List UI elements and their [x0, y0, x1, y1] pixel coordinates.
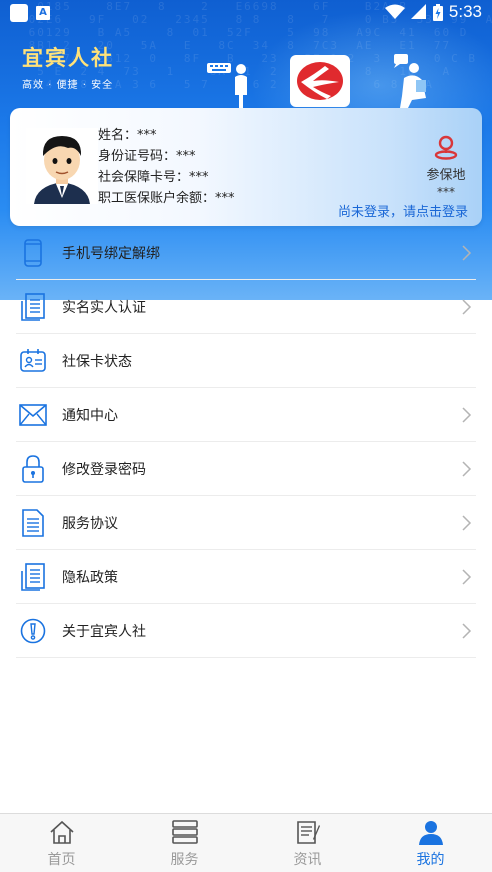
name-field: 姓名：*** [98, 128, 157, 143]
brand: 宜宾人社 高效 · 便捷 · 安全 [22, 42, 114, 91]
status-bar-right: 5:33 [384, 2, 482, 22]
menu-item-label: 通知中心 [62, 407, 118, 424]
menu-item-label: 服务协议 [62, 515, 118, 532]
nav-news[interactable]: 资讯 [246, 814, 369, 872]
login-link[interactable]: 尚未登录，请点击登录 [338, 201, 468, 220]
menu-item-label: 实名实人认证 [62, 299, 146, 316]
document-icon [18, 562, 48, 592]
menu-item-label: 修改登录密码 [62, 461, 146, 478]
phone-icon [18, 238, 48, 268]
chevron-right-icon [462, 245, 472, 261]
social-card-field: 社会保障卡号：*** [98, 170, 209, 185]
user-icon [418, 821, 443, 845]
nav-label: 资讯 [293, 852, 322, 868]
location-value: *** [437, 185, 455, 199]
location-label: 参保地 [426, 168, 466, 183]
menu-item-card-status[interactable]: 社保卡状态 [16, 334, 476, 388]
nav-label: 首页 [47, 852, 76, 868]
nav-profile[interactable]: 我的 [369, 814, 492, 872]
worker-illustration [207, 63, 247, 110]
document-icon [18, 292, 48, 322]
chevron-right-icon [462, 461, 472, 477]
status-bar: A 5:33 [0, 0, 492, 26]
app-title: 宜宾人社 [22, 46, 114, 70]
nav-services[interactable]: 服务 [123, 814, 246, 872]
menu-item-label: 关于宜宾人社 [62, 623, 146, 640]
menu-item-notification-center[interactable]: 通知中心 [16, 388, 476, 442]
home-icon [49, 820, 74, 844]
menu-item-service-agreement[interactable]: 服务协议 [16, 496, 476, 550]
notification-icon [10, 4, 28, 22]
settings-menu: 手机号绑定解绑 实名实人认证 社保卡状态 通知中心 修改登录密码 服务协议 隐私… [16, 226, 476, 658]
bottom-nav: 首页 服务 资讯 我的 [0, 813, 492, 872]
nav-home[interactable]: 首页 [0, 814, 123, 872]
wifi-icon [384, 4, 405, 19]
logo-icon [297, 62, 343, 100]
id-card-icon [18, 346, 48, 376]
menu-item-change-password[interactable]: 修改登录密码 [16, 442, 476, 496]
menu-item-about[interactable]: 关于宜宾人社 [16, 604, 476, 658]
chevron-right-icon [462, 299, 472, 315]
chevron-right-icon [462, 407, 472, 423]
menu-item-label: 手机号绑定解绑 [62, 245, 160, 262]
status-time: 5:33 [448, 2, 482, 21]
insured-location[interactable]: 参保地 *** [424, 134, 468, 199]
chevron-right-icon [462, 515, 472, 531]
envelope-icon [18, 400, 48, 430]
list-icon [171, 820, 198, 844]
avatar [26, 128, 98, 204]
nav-label: 我的 [416, 852, 445, 868]
app-logo [290, 55, 350, 107]
nav-label: 服务 [170, 852, 199, 868]
battery-icon [432, 3, 443, 21]
chevron-right-icon [462, 623, 472, 639]
menu-item-real-name-auth[interactable]: 实名实人认证 [16, 280, 476, 334]
app-slogan: 高效 · 便捷 · 安全 [22, 80, 114, 91]
medical-balance-field: 职工医保账户余额：*** [98, 191, 235, 206]
news-icon [296, 821, 320, 844]
location-pin-icon [434, 135, 458, 160]
profile-card[interactable]: 姓名：*** 身份证号码：*** 社会保障卡号：*** 职工医保账户余额：***… [10, 108, 482, 226]
menu-item-phone-binding[interactable]: 手机号绑定解绑 [16, 226, 476, 280]
chevron-right-icon [462, 569, 472, 585]
lock-icon [18, 454, 48, 484]
menu-item-privacy-policy[interactable]: 隐私政策 [16, 550, 476, 604]
file-icon [18, 508, 48, 538]
info-icon [18, 616, 48, 646]
profile-info: 姓名：*** 身份证号码：*** 社会保障卡号：*** 职工医保账户余额：*** [98, 125, 235, 209]
menu-item-label: 隐私政策 [62, 569, 118, 586]
signal-icon [410, 4, 426, 19]
reader-illustration [394, 54, 426, 108]
menu-item-label: 社保卡状态 [62, 353, 132, 370]
id-number-field: 身份证号码：*** [98, 149, 196, 164]
app-notification-icon: A [36, 6, 50, 20]
